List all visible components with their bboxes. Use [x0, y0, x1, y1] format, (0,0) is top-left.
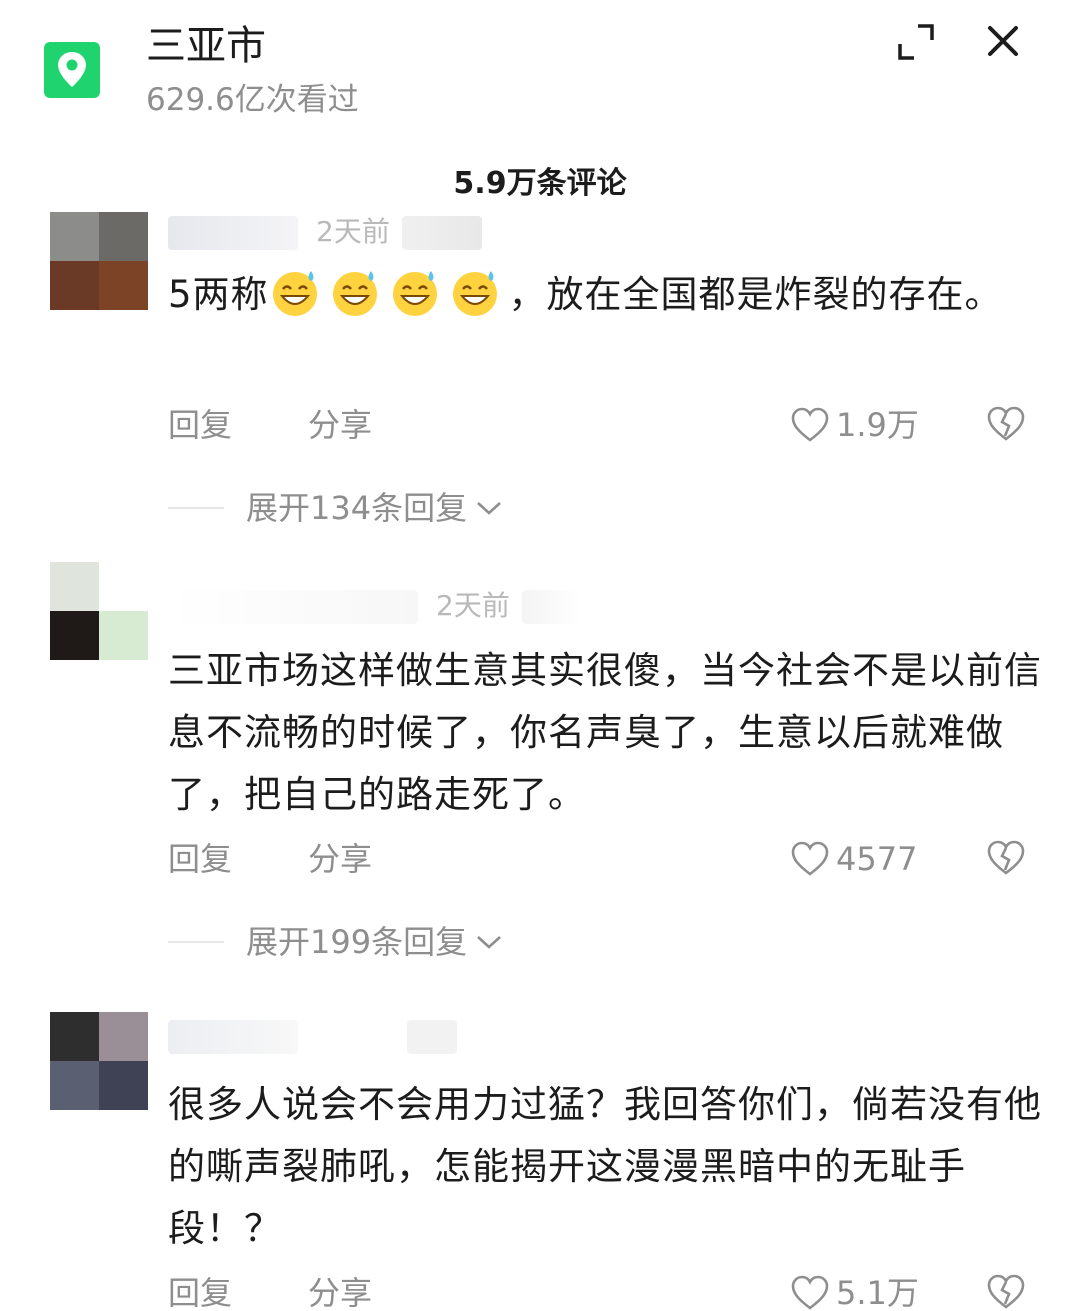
expand-replies-button[interactable]: 展开134条回复	[168, 484, 503, 532]
location-title[interactable]: 三亚市	[146, 22, 266, 70]
comment-actions: 回复 分享 1.9万	[168, 400, 1048, 450]
location-blurred	[521, 590, 582, 624]
view-count: 629.6亿次看过	[146, 82, 359, 118]
reply-button[interactable]: 回复	[168, 1268, 232, 1311]
location-pin-icon[interactable]	[44, 42, 100, 98]
like-count: 5.1万	[836, 1274, 919, 1311]
comment-panel: 三亚市 629.6亿次看过 5.9万条评论 2天前 5两称 ，放在全国都是炸裂的存…	[0, 0, 1080, 1311]
comment-text: 三亚市场这样做生意其实很傻，当今社会不是以前信息不流畅的时候了，你名声臭了，生意…	[168, 649, 1042, 816]
username-blurred[interactable]	[168, 216, 298, 250]
dislike-button[interactable]	[986, 840, 1026, 890]
dislike-button[interactable]	[986, 1274, 1026, 1311]
comment-time: 2天前	[436, 589, 510, 622]
share-button[interactable]: 分享	[308, 834, 372, 884]
heart-icon	[791, 407, 829, 442]
like-count: 1.9万	[836, 406, 919, 444]
timestamp-blurred	[406, 1020, 457, 1054]
fullscreen-icon[interactable]	[894, 20, 938, 64]
comment-actions: 回复 分享 4577	[168, 834, 1048, 884]
broken-heart-icon	[987, 406, 1025, 441]
divider-line	[168, 507, 224, 509]
expand-replies-label: 展开199条回复	[246, 923, 468, 961]
comment-actions: 回复 分享 5.1万	[168, 1268, 1048, 1311]
chevron-down-icon	[477, 502, 501, 515]
chevron-down-icon	[477, 936, 501, 949]
expand-replies-button[interactable]: 展开199条回复	[168, 918, 503, 966]
expand-replies-label: 展开134条回复	[246, 489, 468, 527]
comment-meta: 2天前	[168, 586, 582, 626]
share-button[interactable]: 分享	[308, 400, 372, 450]
reply-button[interactable]: 回复	[168, 400, 232, 450]
sweat-smile-emoji-icon	[269, 271, 509, 316]
heart-icon	[791, 1275, 829, 1310]
divider-line	[168, 941, 224, 943]
comment-text-suffix: ，放在全国都是炸裂的存在。	[508, 273, 1003, 316]
comment-meta: 2天前	[168, 212, 482, 252]
username-blurred[interactable]	[168, 590, 418, 624]
reply-button[interactable]: 回复	[168, 834, 232, 884]
username-blurred[interactable]	[168, 1020, 298, 1054]
broken-heart-icon	[987, 1274, 1025, 1309]
heart-icon	[791, 841, 829, 876]
like-count: 4577	[836, 840, 918, 878]
comment-meta	[168, 1016, 457, 1056]
broken-heart-icon	[987, 840, 1025, 875]
like-button[interactable]: 1.9万	[790, 400, 919, 450]
close-icon[interactable]	[980, 18, 1026, 64]
avatar[interactable]	[50, 1012, 148, 1110]
avatar[interactable]	[50, 562, 148, 660]
comment-text: 5两称 ，放在全国都是炸裂的存在。	[168, 264, 1048, 326]
comment-text-prefix: 5两称	[168, 273, 269, 316]
share-button[interactable]: 分享	[308, 1268, 372, 1311]
like-button[interactable]: 5.1万	[790, 1268, 919, 1311]
avatar[interactable]	[50, 212, 148, 310]
comment-time: 2天前	[316, 215, 390, 248]
location-blurred	[401, 216, 482, 250]
like-button[interactable]: 4577	[790, 834, 917, 884]
comment-count: 5.9万条评论	[453, 166, 627, 201]
comment-text: 很多人说会不会用力过猛？我回答你们，倘若没有他的嘶声裂肺吼，怎能揭开这漫漫黑暗中…	[168, 1083, 1042, 1250]
dislike-button[interactable]	[986, 406, 1026, 456]
